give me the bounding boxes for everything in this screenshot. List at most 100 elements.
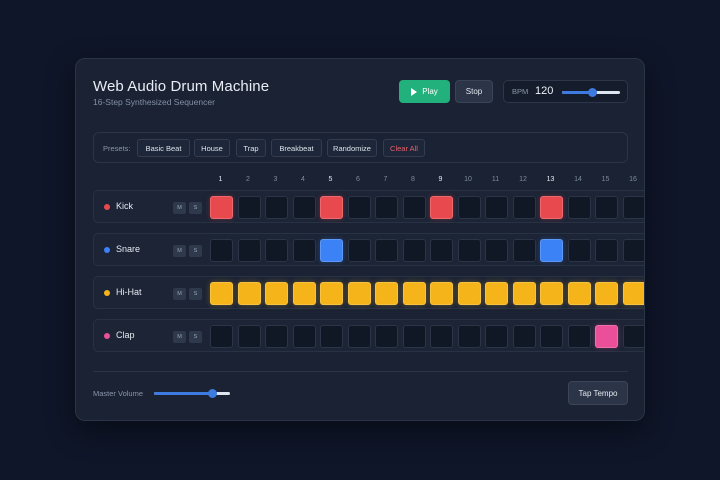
step-pad[interactable]	[292, 196, 316, 219]
step-pad[interactable]	[430, 196, 453, 219]
track-row-clap: Clap M S	[93, 319, 644, 352]
preset-house[interactable]: House	[194, 139, 230, 157]
step-pad[interactable]	[347, 282, 371, 305]
step-pad[interactable]	[402, 239, 426, 262]
step-pad[interactable]	[567, 325, 591, 348]
step-number: 13	[546, 176, 555, 183]
play-button[interactable]: Play	[399, 80, 450, 103]
step-pad[interactable]	[265, 325, 288, 348]
step-pad[interactable]	[540, 282, 563, 305]
step-pad[interactable]	[265, 239, 288, 262]
step-pad[interactable]	[622, 282, 644, 305]
track-color-dot	[104, 290, 110, 296]
step-pad[interactable]	[375, 325, 398, 348]
step-number: 1	[218, 176, 223, 183]
step-pad[interactable]	[512, 196, 536, 219]
step-pad[interactable]	[485, 282, 508, 305]
step-number: 15	[601, 176, 610, 183]
step-pad[interactable]	[512, 325, 536, 348]
footer-divider	[93, 371, 628, 372]
preset-breakbeat[interactable]: Breakbeat	[271, 139, 322, 157]
step-pad[interactable]	[320, 325, 343, 348]
step-pad[interactable]	[485, 196, 508, 219]
step-pad[interactable]	[567, 282, 591, 305]
step-pad[interactable]	[210, 325, 233, 348]
step-pad[interactable]	[265, 196, 288, 219]
solo-button[interactable]: S	[189, 202, 202, 214]
step-pad[interactable]	[320, 282, 343, 305]
play-icon	[411, 87, 418, 96]
step-pad[interactable]	[457, 239, 481, 262]
step-pad[interactable]	[622, 325, 644, 348]
step-pad[interactable]	[595, 196, 618, 219]
step-pad[interactable]	[210, 196, 233, 219]
tap-tempo-button[interactable]: Tap Tempo	[568, 381, 628, 405]
step-pad[interactable]	[622, 196, 644, 219]
step-pad[interactable]	[265, 282, 288, 305]
master-volume-label: Master Volume	[93, 389, 144, 398]
step-pad[interactable]	[375, 239, 398, 262]
step-pad[interactable]	[402, 196, 426, 219]
solo-button[interactable]: S	[189, 245, 202, 257]
step-pad[interactable]	[485, 325, 508, 348]
step-pad[interactable]	[347, 325, 371, 348]
step-pad[interactable]	[237, 239, 261, 262]
mute-button[interactable]: M	[173, 245, 186, 257]
master-volume-thumb[interactable]	[207, 389, 217, 398]
master-volume-fill	[154, 392, 212, 395]
step-number: 8	[411, 176, 415, 183]
bpm-slider[interactable]	[562, 88, 620, 97]
step-pad[interactable]	[595, 282, 618, 305]
clear-all-button[interactable]: Clear All	[383, 139, 425, 157]
step-pad[interactable]	[292, 239, 316, 262]
step-pad[interactable]	[237, 196, 261, 219]
preset-basic-beat[interactable]: Basic Beat	[137, 139, 190, 157]
step-number: 14	[574, 176, 582, 183]
step-pad[interactable]	[622, 239, 644, 262]
track-name: Snare	[116, 244, 141, 254]
mute-button[interactable]: M	[173, 331, 186, 343]
step-pad[interactable]	[430, 325, 453, 348]
step-pad[interactable]	[292, 282, 316, 305]
step-pad[interactable]	[237, 282, 261, 305]
step-pad[interactable]	[320, 239, 343, 262]
step-pad[interactable]	[567, 239, 591, 262]
step-pad[interactable]	[402, 325, 426, 348]
step-number: 10	[464, 176, 472, 183]
step-pad[interactable]	[320, 196, 343, 219]
step-pad[interactable]	[540, 239, 563, 262]
step-pad[interactable]	[457, 282, 481, 305]
step-pad[interactable]	[210, 239, 233, 262]
step-pad[interactable]	[595, 239, 618, 262]
step-pad[interactable]	[595, 325, 618, 348]
step-pad[interactable]	[347, 239, 371, 262]
step-pad[interactable]	[457, 196, 481, 219]
step-pad[interactable]	[512, 282, 536, 305]
preset-randomize[interactable]: Randomize	[327, 139, 377, 157]
step-pad[interactable]	[402, 282, 426, 305]
step-pad[interactable]	[567, 196, 591, 219]
step-pad[interactable]	[237, 325, 261, 348]
step-pad[interactable]	[540, 325, 563, 348]
step-pad[interactable]	[512, 239, 536, 262]
master-volume-slider[interactable]	[154, 389, 230, 398]
solo-button[interactable]: S	[189, 288, 202, 300]
bpm-slider-thumb[interactable]	[588, 88, 598, 97]
step-pad[interactable]	[430, 239, 453, 262]
mute-button[interactable]: M	[173, 288, 186, 300]
step-number: 3	[273, 176, 278, 183]
preset-trap[interactable]: Trap	[236, 139, 266, 157]
step-pad[interactable]	[375, 196, 398, 219]
step-pad[interactable]	[292, 325, 316, 348]
track-row-kick: Kick M S	[93, 190, 644, 223]
mute-button[interactable]: M	[173, 202, 186, 214]
step-pad[interactable]	[347, 196, 371, 219]
step-pad[interactable]	[540, 196, 563, 219]
stop-button[interactable]: Stop	[455, 80, 493, 103]
step-pad[interactable]	[485, 239, 508, 262]
step-pad[interactable]	[430, 282, 453, 305]
solo-button[interactable]: S	[189, 331, 202, 343]
step-pad[interactable]	[457, 325, 481, 348]
step-pad[interactable]	[210, 282, 233, 305]
step-pad[interactable]	[375, 282, 398, 305]
